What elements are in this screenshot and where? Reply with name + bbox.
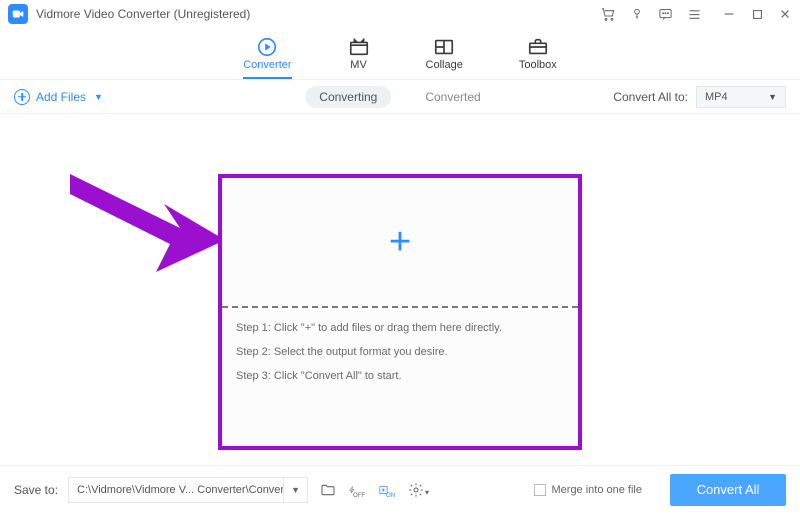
open-folder-icon[interactable]	[318, 480, 338, 500]
converter-icon	[256, 37, 278, 57]
tab-converting[interactable]: Converting	[305, 86, 391, 108]
tab-converted[interactable]: Converted	[411, 86, 494, 108]
annotation-arrow-icon	[60, 164, 230, 284]
app-logo-icon	[8, 4, 28, 24]
tab-mv[interactable]: MV	[348, 37, 370, 79]
menu-icon[interactable]	[687, 7, 702, 22]
titlebar: Vidmore Video Converter (Unregistered)	[0, 0, 800, 28]
chevron-down-icon: ▼	[768, 92, 777, 102]
save-path-dropdown[interactable]: ▼	[283, 478, 307, 502]
chevron-down-icon: ▼	[94, 92, 103, 102]
convert-all-button[interactable]: Convert All	[670, 474, 786, 506]
add-files-label: Add Files	[36, 90, 86, 104]
merge-checkbox[interactable]: Merge into one file	[534, 484, 643, 496]
minimize-icon[interactable]	[722, 7, 736, 21]
titlebar-tray	[600, 6, 706, 22]
settings-icon[interactable]: ▾	[408, 480, 428, 500]
step-text: Step 3: Click "Convert All" to start.	[236, 370, 564, 382]
close-icon[interactable]	[778, 7, 792, 21]
add-files-button[interactable]: Add Files ▼	[14, 89, 103, 105]
step-text: Step 2: Select the output format you des…	[236, 346, 564, 358]
plus-circle-icon	[14, 89, 30, 105]
output-format-select[interactable]: MP4 ▼	[696, 86, 786, 108]
sub-toolbar: Add Files ▼ Converting Converted Convert…	[0, 80, 800, 114]
step-text: Step 1: Click "+" to add files or drag t…	[236, 322, 564, 334]
dropzone-steps: Step 1: Click "+" to add files or drag t…	[222, 308, 578, 396]
tab-label: Toolbox	[519, 59, 557, 71]
mv-icon	[348, 37, 370, 57]
maximize-icon[interactable]	[750, 7, 764, 21]
checkbox-icon	[534, 484, 546, 496]
content-area: + Step 1: Click "+" to add files or drag…	[0, 114, 800, 465]
high-speed-icon[interactable]: ON	[378, 480, 398, 500]
merge-label: Merge into one file	[552, 484, 643, 496]
dropzone[interactable]: + Step 1: Click "+" to add files or drag…	[218, 174, 582, 450]
window-controls	[722, 7, 792, 21]
save-path-box: C:\Vidmore\Vidmore V... Converter\Conver…	[68, 477, 308, 503]
tab-label: MV	[350, 59, 367, 71]
key-icon[interactable]	[630, 7, 644, 21]
tab-label: Collage	[426, 59, 463, 71]
bottom-bar: Save to: C:\Vidmore\Vidmore V... Convert…	[0, 465, 800, 513]
tab-converter[interactable]: Converter	[243, 37, 291, 79]
cart-icon[interactable]	[600, 6, 616, 22]
app-title: Vidmore Video Converter (Unregistered)	[36, 7, 250, 21]
save-path-value: C:\Vidmore\Vidmore V... Converter\Conver…	[69, 484, 283, 496]
add-files-plus-icon[interactable]: +	[389, 223, 411, 261]
tab-toolbox[interactable]: Toolbox	[519, 37, 557, 79]
feedback-icon[interactable]	[658, 7, 673, 22]
toolbox-icon	[527, 37, 549, 57]
convert-all-to-label: Convert All to:	[613, 90, 688, 104]
tab-collage[interactable]: Collage	[426, 37, 463, 79]
format-value: MP4	[705, 91, 728, 103]
save-to-label: Save to:	[14, 483, 58, 497]
dropzone-top: +	[222, 178, 578, 306]
main-nav: Converter MV Collage Toolbox	[0, 28, 800, 80]
collage-icon	[433, 37, 455, 57]
convert-all-label: Convert All	[697, 482, 760, 497]
hardware-accel-icon[interactable]: OFF	[348, 480, 368, 500]
tab-label: Converter	[243, 59, 291, 71]
